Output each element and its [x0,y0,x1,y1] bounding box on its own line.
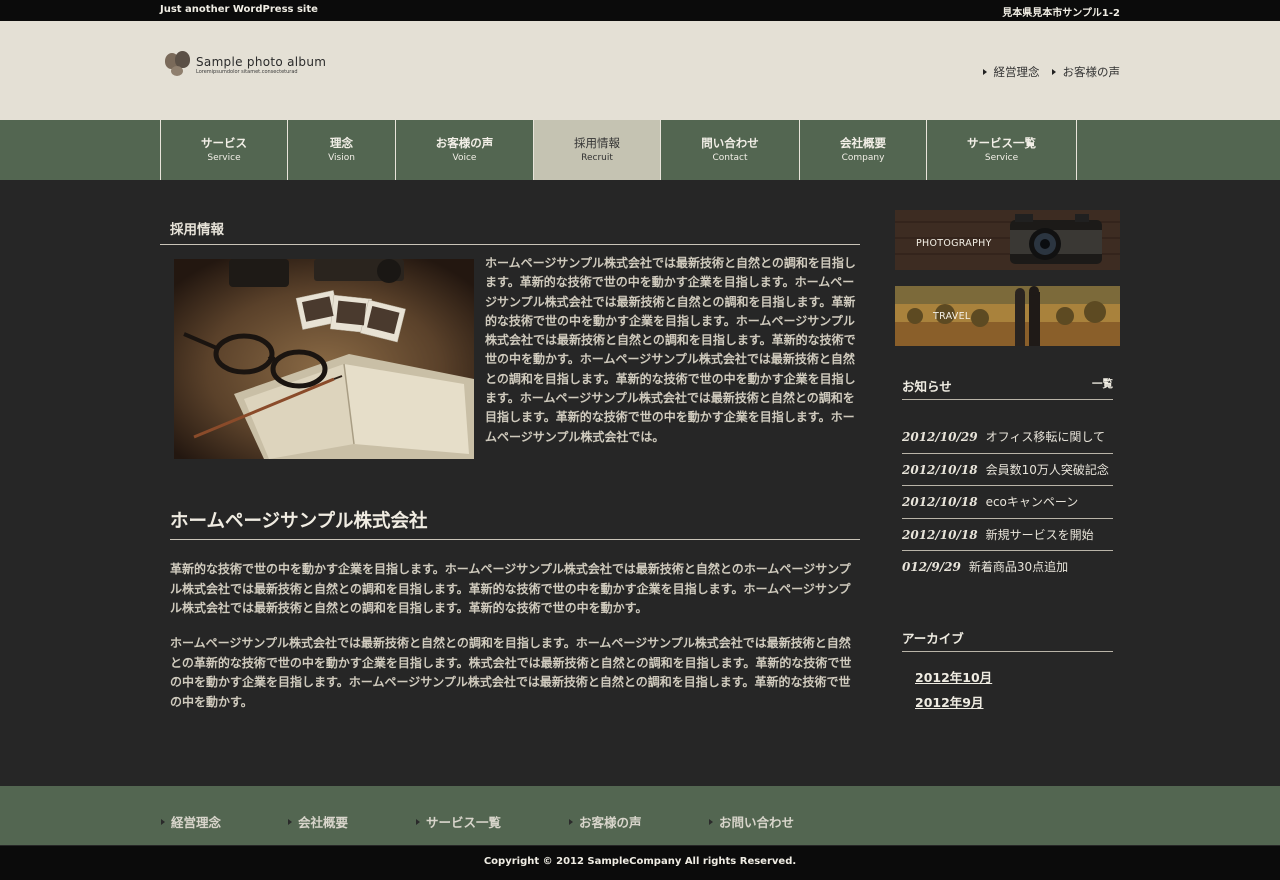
triangle-right-icon [569,818,573,825]
divider [902,453,1113,454]
top-bar: Just another WordPress site 見本県見本市サンプル1-… [0,0,1280,21]
news-item[interactable]: 012/9/29 新着商品30点追加 [902,558,1113,575]
nav-item-contact[interactable]: 問い合わせ Contact [661,120,800,180]
footer-link-philosophy[interactable]: 経営理念 [161,812,221,831]
divider [902,651,1113,652]
divider [902,550,1113,551]
triangle-right-icon [416,818,420,825]
photography-banner[interactable]: PHOTOGRAPHY [895,210,1120,270]
nav-item-recruit[interactable]: 採用情報 Recruit [534,120,661,180]
banner-label-travel: TRAVEL [933,311,971,322]
footer-link-voice[interactable]: お客様の声 [569,812,642,831]
header-link-voice[interactable]: お客様の声 [1051,64,1120,80]
site-address: 見本県見本市サンプル1-2 [1002,8,1120,19]
body-paragraph: 革新的な技術で世の中を動かす企業を目指します。ホームページサンプル株式会社では最… [170,562,851,615]
footer-link-service-list[interactable]: サービス一覧 [416,812,501,831]
body-paragraph: ホームページサンプル株式会社では最新技術と自然との調和を目指します。ホームページ… [170,636,852,709]
nav-item-vision[interactable]: 理念 Vision [288,120,396,180]
news-item[interactable]: 2012/10/29 オフィス移転に関して [902,428,1113,445]
triangle-right-icon [288,818,292,825]
nav-item-company[interactable]: 会社概要 Company [800,120,927,180]
banner-label-photography: PHOTOGRAPHY [916,238,992,249]
footer-link-contact[interactable]: お問い合わせ [709,812,794,831]
intro-text: ホームページサンプル株式会社では最新技術と自然との調和を目指します。革新的な技術… [485,256,856,444]
triangle-right-icon [1051,69,1056,75]
header-link-philosophy[interactable]: 経営理念 [982,64,1040,80]
site-logo[interactable]: Sample photo album Loremipsumdolor sitam… [165,51,326,81]
site-header: Sample photo album Loremipsumdolor sitam… [0,21,1280,120]
logo-subtitle: Loremipsumdolor sitamet.consecteturad [196,69,298,75]
footer-bottom: Copyright © 2012 SampleCompany All right… [0,846,1280,880]
global-nav: サービス Service 理念 Vision お客様の声 Voice 採用情報 … [0,120,1280,180]
news-item[interactable]: 2012/10/18 会員数10万人突破記念 [902,461,1113,478]
footer-link-company[interactable]: 会社概要 [288,812,348,831]
archive-heading: アーカイブ [902,631,964,646]
triangle-right-icon [982,69,987,75]
logo-title: Sample photo album [196,55,327,69]
news-heading: お知らせ [902,379,952,394]
archive-link[interactable]: 2012年9月 [915,692,984,711]
triangle-right-icon [709,818,713,825]
divider [902,518,1113,519]
travel-banner[interactable]: TRAVEL [895,286,1120,346]
notebook-glasses-photo [174,259,474,459]
company-heading: ホームページサンプル株式会社 [170,511,428,532]
copyright-text: Copyright © 2012 SampleCompany All right… [483,856,797,867]
footer-nav: 経営理念 会社概要 サービス一覧 お客様の声 お問い合わせ [0,786,1280,845]
divider [902,399,1113,400]
site-tagline: Just another WordPress site [160,4,318,15]
nav-item-voice[interactable]: お客様の声 Voice [396,120,534,180]
divider [170,539,860,540]
news-all-link[interactable]: 一覧 [1092,376,1113,391]
header-links: 経営理念 お客様の声 [971,64,1120,80]
nav-item-service-list[interactable]: サービス一覧 Service [927,120,1077,180]
page-title: 採用情報 [170,222,224,238]
triangle-right-icon [161,818,165,825]
nav-item-service[interactable]: サービス Service [161,120,288,180]
archive-link[interactable]: 2012年10月 [915,667,992,686]
news-item[interactable]: 2012/10/18 新規サービスを開始 [902,526,1113,543]
divider [160,244,860,245]
divider [902,485,1113,486]
news-item[interactable]: 2012/10/18 ecoキャンペーン [902,493,1113,510]
balloon-logo-icon [165,51,191,81]
